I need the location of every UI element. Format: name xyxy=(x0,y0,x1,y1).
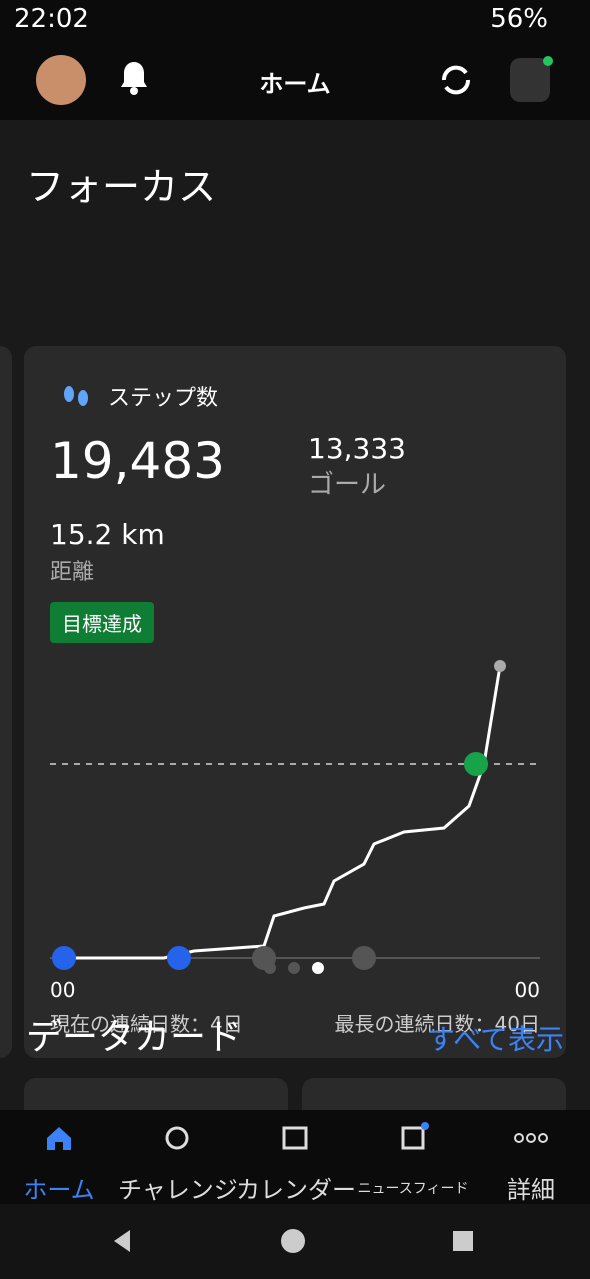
tab-label: チャレンジ xyxy=(118,1176,238,1204)
tab-more[interactable]: 詳細 xyxy=(472,1122,590,1204)
goal-label: ゴール xyxy=(308,470,387,500)
card-label: ステップ数 xyxy=(108,386,219,411)
app-bar: ホーム xyxy=(0,40,590,120)
connected-indicator xyxy=(543,56,553,66)
bottom-tab-bar: ホーム チャレンジ カレンダー ニュースフィード 詳細 xyxy=(0,1110,590,1204)
chart-end-label: 00 xyxy=(514,978,540,1002)
home-button[interactable] xyxy=(278,1226,308,1256)
focus-heading: フォーカス xyxy=(26,165,217,209)
view-all-link[interactable]: すべて表示 xyxy=(427,1018,564,1058)
tab-label: カレンダー xyxy=(236,1176,356,1204)
tab-newsfeed[interactable]: ニュースフィード xyxy=(354,1122,472,1202)
chart-start-label: 00 xyxy=(50,978,76,1002)
data-cards-heading: データカード xyxy=(26,1017,243,1058)
status-bar: 22:02 56% xyxy=(0,0,590,40)
tab-label: ホーム xyxy=(23,1176,95,1204)
previous-card[interactable] xyxy=(0,346,12,1058)
distance-label: 距離 xyxy=(50,560,95,585)
tab-calendar[interactable]: カレンダー xyxy=(236,1122,356,1204)
steps-chart xyxy=(50,660,540,970)
status-battery: 56% xyxy=(490,4,548,34)
tab-label: ニュースフィード xyxy=(357,1181,469,1197)
tab-challenges[interactable]: チャレンジ xyxy=(118,1122,238,1204)
page-title: ホーム xyxy=(259,70,331,98)
page-dot-active xyxy=(312,962,324,974)
page-dot xyxy=(264,962,276,974)
steps-value: 19,483 xyxy=(50,432,225,490)
page-dot xyxy=(288,962,300,974)
steps-card[interactable]: ステップ数 19,483 13,333 ゴール 15.2 km 距離 目標達成 … xyxy=(24,346,566,1058)
goal-value: 13,333 xyxy=(308,432,406,465)
sync-icon[interactable] xyxy=(436,60,476,104)
system-nav-bar xyxy=(0,1204,590,1279)
status-time: 22:02 xyxy=(14,4,89,34)
back-button[interactable] xyxy=(108,1226,138,1256)
page-indicator xyxy=(264,962,324,974)
footprints-icon xyxy=(56,380,96,424)
content: フォーカス ステップ数 19,483 13,333 ゴール 15.2 km 距離… xyxy=(0,120,590,1118)
goal-badge: 目標達成 xyxy=(50,602,154,643)
distance-value: 15.2 km xyxy=(50,518,165,551)
tab-label: 詳細 xyxy=(507,1176,555,1204)
tab-home[interactable]: ホーム xyxy=(0,1122,118,1204)
recents-button[interactable] xyxy=(448,1226,478,1256)
